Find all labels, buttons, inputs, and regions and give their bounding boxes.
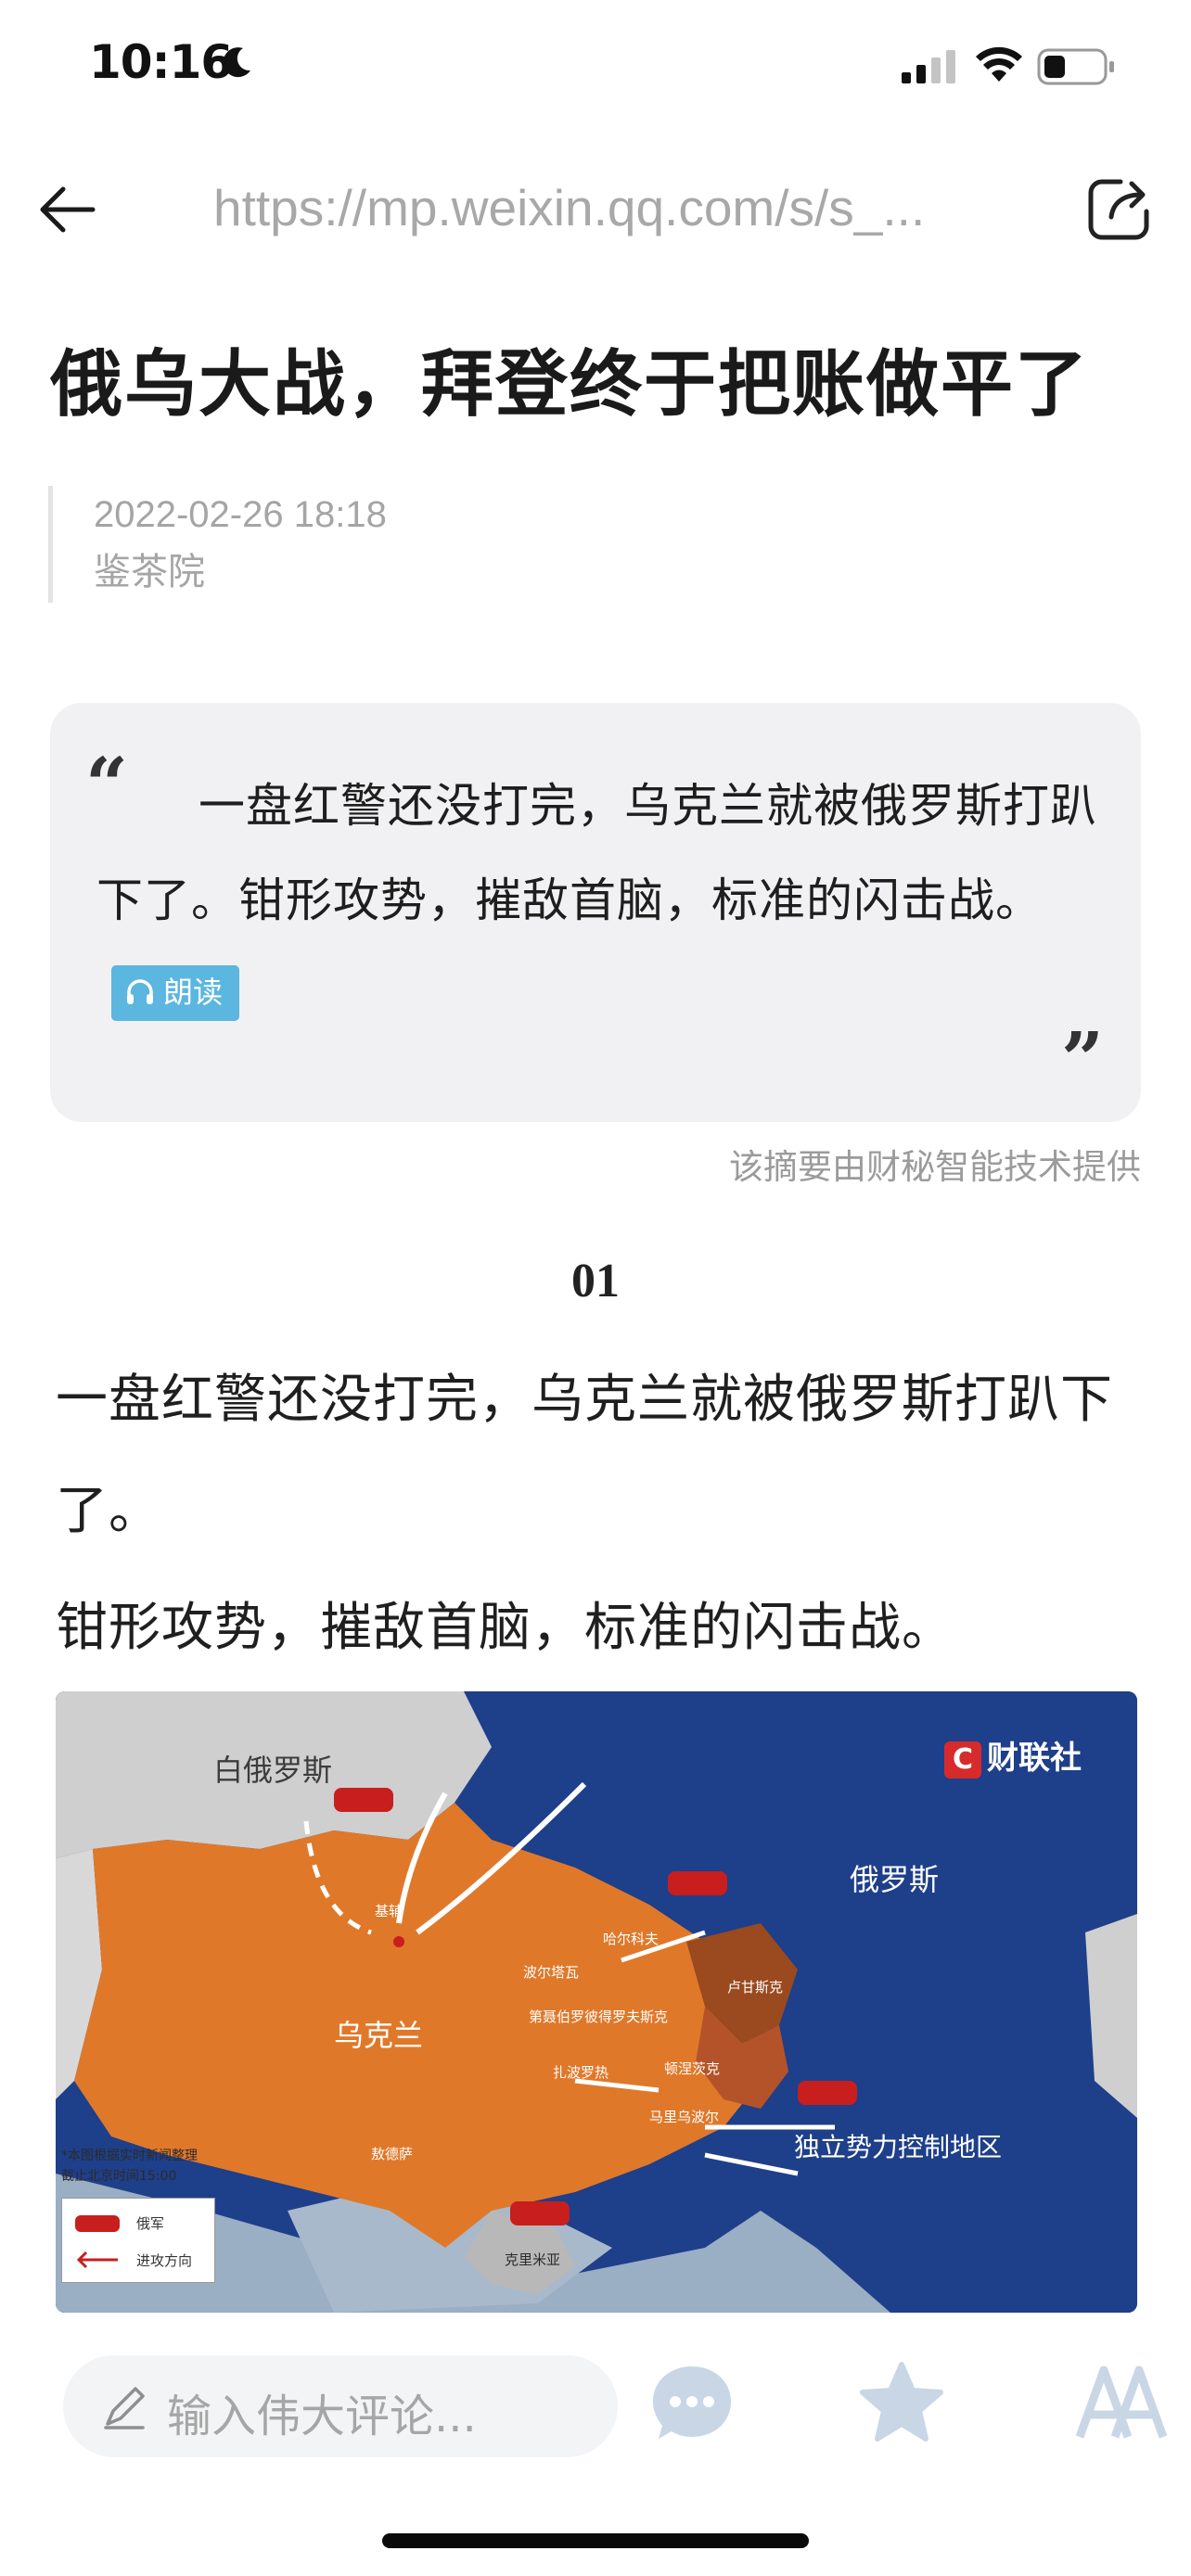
legend-direction-label: 进攻方向 — [136, 2252, 193, 2269]
wifi-icon — [976, 46, 1022, 82]
paragraph: 一盘红警还没打完，乌克兰就被俄罗斯打趴下了。 — [56, 1370, 1113, 1541]
map-label-city: 波尔塔瓦 — [523, 1964, 580, 1981]
home-indicator[interactable] — [382, 2533, 809, 2548]
summary-body: 一盘红警还没打完，乌克兰就被俄罗斯打趴下了。钳形攻势，摧敌首脑，标准的闪击战。 — [96, 779, 1097, 927]
legend-army-label: 俄军 — [136, 2215, 165, 2232]
article-map-image[interactable]: C 财联社 白俄罗斯 俄罗斯 乌克兰 基辅 哈尔科夫 波尔塔瓦 第聂伯罗彼得罗夫斯… — [56, 1691, 1137, 2313]
read-aloud-label: 朗读 — [163, 974, 224, 1010]
ai-summary-card: “ 一盘红警还没打完，乌克兰就被俄罗斯打趴下了。钳形攻势，摧敌首脑，标准的闪击战… — [50, 703, 1141, 1122]
paragraph: 钳形攻势，摧敌首脑，标准的闪击战。 — [56, 1598, 954, 1658]
article-title: 俄乌大战，拜登终于把账做平了 — [50, 343, 1090, 427]
publish-date: 2022-02-26 18:18 — [94, 494, 387, 535]
browser-nav-bar: https://mp.weixin.qq.com/s/s_... — [0, 158, 1191, 260]
comment-bubble-icon[interactable] — [649, 2361, 735, 2446]
favorite-star-icon[interactable] — [857, 2359, 946, 2448]
moon-icon — [223, 47, 250, 78]
tank-icon — [75, 2215, 120, 2232]
map-label-city: 马里乌波尔 — [649, 2109, 720, 2125]
map-label-crimea: 克里米亚 — [505, 2251, 561, 2268]
brand-mark: C — [944, 1741, 981, 1779]
map-label-ukraine: 乌克兰 — [334, 2018, 424, 2053]
section-number: 01 — [571, 1255, 620, 1307]
app-screen: 10:16 https://mp.weixin.qq.com/s/s_... 俄… — [0, 0, 1191, 2576]
comment-input[interactable]: 输入伟大评论... — [63, 2355, 618, 2457]
comment-placeholder: 输入伟大评论... — [167, 2391, 477, 2442]
map-label-separatist: 独立势力控制地区 — [794, 2132, 1003, 2162]
summary-credit: 该摘要由财秘智能技术提供 — [729, 1147, 1141, 1187]
map-label-belarus: 白俄罗斯 — [213, 1753, 333, 1788]
headphones-icon — [127, 978, 153, 1004]
font-size-icon[interactable] — [1074, 2359, 1167, 2448]
pen-icon — [104, 2387, 145, 2429]
brand-name: 财联社 — [987, 1740, 1082, 1777]
author-name[interactable]: 鉴茶院 — [94, 543, 387, 601]
back-arrow-icon[interactable] — [35, 176, 102, 243]
arrow-icon — [76, 2251, 118, 2269]
read-aloud-button[interactable]: 朗读 — [111, 964, 240, 1021]
map-label-russia: 俄罗斯 — [850, 1862, 940, 1897]
map-note-line: *本图根据实时新闻整理 — [61, 2149, 198, 2163]
map-note-line: 截止北京时间15:00 — [61, 2169, 177, 2184]
map-label-city: 第聂伯罗彼得罗夫斯克 — [529, 2009, 669, 2025]
map-label-kyiv: 基辅 — [375, 1903, 403, 1919]
map-label-city: 哈尔科夫 — [603, 1931, 660, 1947]
status-time: 10:16 — [89, 35, 233, 89]
cellular-signal-icon — [902, 50, 955, 83]
map-note: *本图根据实时新闻整理 截止北京时间15:00 — [61, 2146, 198, 2187]
battery-icon — [1037, 48, 1114, 85]
status-bar: 10:16 — [0, 0, 1191, 139]
map-legend: 俄军 进攻方向 — [61, 2198, 215, 2283]
article-meta: 2022-02-26 18:18 鉴茶院 — [48, 486, 387, 603]
summary-text: 一盘红警还没打完，乌克兰就被俄罗斯打趴下了。钳形攻势，摧敌首脑，标准的闪击战。朗… — [96, 759, 1098, 1042]
url-text[interactable]: https://mp.weixin.qq.com/s/s_... — [213, 178, 1002, 237]
map-label-city: 卢甘斯克 — [727, 1979, 784, 1996]
close-quote-icon: ” — [1060, 1015, 1104, 1103]
map-label-city: 顿涅茨克 — [664, 2060, 721, 2077]
map-label-city: 扎波罗热 — [553, 2064, 609, 2081]
map-brand-logo: C 财联社 — [944, 1732, 1082, 1779]
share-icon[interactable] — [1083, 174, 1154, 245]
map-label-city: 敖德萨 — [371, 2146, 414, 2162]
